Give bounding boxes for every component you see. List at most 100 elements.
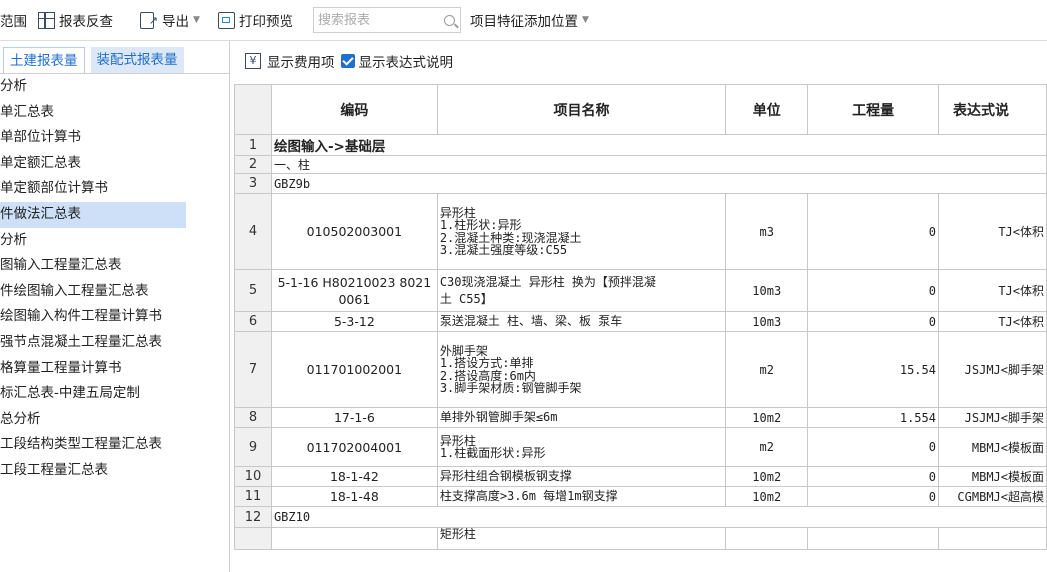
- code-cell: 5-1-16 H80210023 8021 0061: [270, 269, 438, 312]
- report-tree-item[interactable]: 单定额汇总表: [0, 151, 229, 177]
- quantity-cell: 0: [807, 427, 939, 467]
- row-number: 12: [234, 506, 272, 528]
- expression-cell: CGMBMJ<超高模: [937, 486, 1047, 507]
- table-row[interactable]: 9 011702004001 异形柱 1.柱截面形状:异形 m2 0 MBMJ<…: [234, 427, 1047, 467]
- report-tree-item-selected[interactable]: 件做法汇总表: [0, 201, 186, 228]
- code-cell: 17-1-6: [270, 407, 438, 428]
- column-header[interactable]: 编码: [270, 84, 438, 135]
- expression-cell: [937, 527, 1047, 550]
- table-row[interactable]: 7 011701002001 外脚手架 1.搭设方式:单排 2.搭设高度:6m内…: [234, 331, 1047, 408]
- show-expr-label[interactable]: 显示表达式说明: [359, 51, 454, 71]
- row-number: [234, 527, 272, 550]
- expression-cell: TJ<体积: [937, 311, 1047, 332]
- quantity-cell: 0: [807, 466, 939, 487]
- chevron-down-icon: ▼: [582, 15, 589, 25]
- report-type-tabs: 土建报表量 装配式报表量: [0, 41, 229, 74]
- report-tree-item[interactable]: 强节点混凝土工程量汇总表: [0, 330, 229, 356]
- unit-cell: m2: [725, 331, 809, 408]
- report-search-box: [313, 7, 461, 33]
- unit-cell: 10m3: [725, 269, 809, 312]
- row-number: 11: [234, 486, 272, 507]
- row-number: 7: [234, 331, 272, 408]
- report-grid-icon: [38, 11, 55, 29]
- table-row[interactable]: 12 GBZ10: [234, 506, 1047, 528]
- row-number: 1: [234, 134, 272, 156]
- table-row[interactable]: 1 绘图输入->基础层: [234, 134, 1047, 156]
- column-header[interactable]: 工程量: [807, 84, 939, 135]
- row-number: 4: [234, 193, 272, 270]
- table-row[interactable]: 11 18-1-48 柱支撑高度>3.6m 每增1m钢支撑 10m2 0 CGM…: [234, 486, 1047, 507]
- report-view-panel: ¥ 显示费用项 显示表达式说明 编码 项目名称 单位 工程量 表达式说 1 绘图…: [231, 41, 1047, 572]
- tab-prefab-report[interactable]: 装配式报表量: [90, 47, 184, 73]
- name-cell: C30现浇混凝土 异形柱 换为【预拌混凝 土 C55】: [436, 269, 727, 312]
- table-header-row: 编码 项目名称 单位 工程量 表达式说: [234, 84, 1047, 135]
- group-cell: 一、柱: [270, 155, 1047, 174]
- report-tree-item[interactable]: 格算量工程量计算书: [0, 356, 229, 382]
- row-number: 10: [234, 466, 272, 487]
- name-cell: 柱支撑高度>3.6m 每增1m钢支撑: [436, 486, 727, 507]
- table-row[interactable]: 2 一、柱: [234, 155, 1047, 174]
- print-preview-button[interactable]: 打印预览: [218, 0, 293, 40]
- expression-cell: JSJMJ<脚手架: [937, 407, 1047, 428]
- column-header[interactable]: 项目名称: [436, 84, 727, 135]
- expression-cell: JSJMJ<脚手架: [937, 331, 1047, 408]
- export-button[interactable]: 导出 ▼: [140, 0, 200, 40]
- show-expr-checkbox[interactable]: [340, 54, 355, 68]
- table-row[interactable]: 10 18-1-42 异形柱组合钢模板钢支撑 10m2 0 MBMJ<模板面: [234, 466, 1047, 487]
- report-search-input[interactable]: [314, 11, 430, 29]
- report-tree-item[interactable]: 分析: [0, 74, 229, 100]
- report-list-panel: 土建报表量 装配式报表量 分析 单汇总表 单部位计算书 单定额汇总表 单定额部位…: [0, 41, 229, 572]
- search-icon[interactable]: [444, 14, 455, 26]
- yen-icon[interactable]: ¥: [245, 53, 261, 69]
- report-tree-item[interactable]: 单定额部位计算书: [0, 176, 229, 202]
- table-row[interactable]: 6 5-3-12 泵送混凝土 柱、墙、梁、板 泵车 10m3 0 TJ<体积: [234, 311, 1047, 332]
- name-cell: 异形柱 1.柱截面形状:异形: [436, 427, 727, 467]
- unit-cell: 10m2: [725, 466, 809, 487]
- code-cell: 011701002001: [270, 331, 438, 408]
- name-cell: 矩形柱: [436, 527, 727, 550]
- report-tree-item[interactable]: 分析: [0, 228, 229, 254]
- chevron-down-icon: ▼: [193, 15, 200, 25]
- expression-cell: TJ<体积: [937, 193, 1047, 270]
- code-cell: 18-1-48: [270, 486, 438, 507]
- tab-civil-report[interactable]: 土建报表量: [3, 47, 85, 73]
- report-tree-item[interactable]: 工段结构类型工程量汇总表: [0, 432, 229, 458]
- column-header[interactable]: 表达式说: [937, 84, 1047, 135]
- unit-cell: m2: [725, 427, 809, 467]
- report-tree: 分析 单汇总表 单部位计算书 单定额汇总表 单定额部位计算书 件做法汇总表 分析…: [0, 74, 229, 484]
- report-tree-item[interactable]: 单汇总表: [0, 100, 229, 126]
- table-row[interactable]: 8 17-1-6 单排外钢管脚手架≤6m 10m2 1.554 JSJMJ<脚手…: [234, 407, 1047, 428]
- table-row[interactable]: 4 010502003001 异形柱 1.柱形状:异形 2.混凝土种类:现浇混凝…: [234, 193, 1047, 270]
- group-cell: GBZ10: [270, 506, 1047, 528]
- table-row[interactable]: 5 5-1-16 H80210023 8021 0061 C30现浇混凝土 异形…: [234, 269, 1047, 312]
- report-tree-item[interactable]: 绘图输入构件工程量计算书: [0, 304, 229, 330]
- report-check-button[interactable]: 报表反查: [38, 0, 113, 40]
- print-preview-icon: [218, 11, 235, 29]
- report-tree-item[interactable]: 单部位计算书: [0, 125, 229, 151]
- panel-splitter[interactable]: [229, 41, 230, 572]
- name-cell: 单排外钢管脚手架≤6m: [436, 407, 727, 428]
- show-fee-toggle[interactable]: 显示费用项: [267, 51, 335, 71]
- code-cell: 010502003001: [270, 193, 438, 270]
- quantity-cell: 0: [807, 311, 939, 332]
- expression-cell: TJ<体积: [937, 269, 1047, 312]
- report-tree-item[interactable]: 标汇总表-中建五局定制: [0, 381, 229, 407]
- quantity-cell: 15.54: [807, 331, 939, 408]
- code-cell: 011702004001: [270, 427, 438, 467]
- row-number: 9: [234, 427, 272, 467]
- row-number: 8: [234, 407, 272, 428]
- table-row[interactable]: 矩形柱: [234, 527, 1047, 550]
- report-tree-item[interactable]: 工段工程量汇总表: [0, 458, 229, 484]
- table-row[interactable]: 3 GBZ9b: [234, 173, 1047, 194]
- quantity-cell: [807, 527, 939, 550]
- report-tree-item[interactable]: 总分析: [0, 407, 229, 433]
- report-tree-item[interactable]: 图输入工程量汇总表: [0, 253, 229, 279]
- export-label: 导出: [162, 14, 189, 30]
- feature-position-dropdown[interactable]: 项目特征添加位置 ▼: [470, 0, 589, 40]
- name-cell: 泵送混凝土 柱、墙、梁、板 泵车: [436, 311, 727, 332]
- row-number: 5: [234, 269, 272, 312]
- print-preview-label: 打印预览: [239, 14, 293, 30]
- scope-button[interactable]: 范围: [0, 0, 27, 40]
- column-header[interactable]: 单位: [725, 84, 809, 135]
- report-tree-item[interactable]: 件绘图输入工程量汇总表: [0, 279, 229, 305]
